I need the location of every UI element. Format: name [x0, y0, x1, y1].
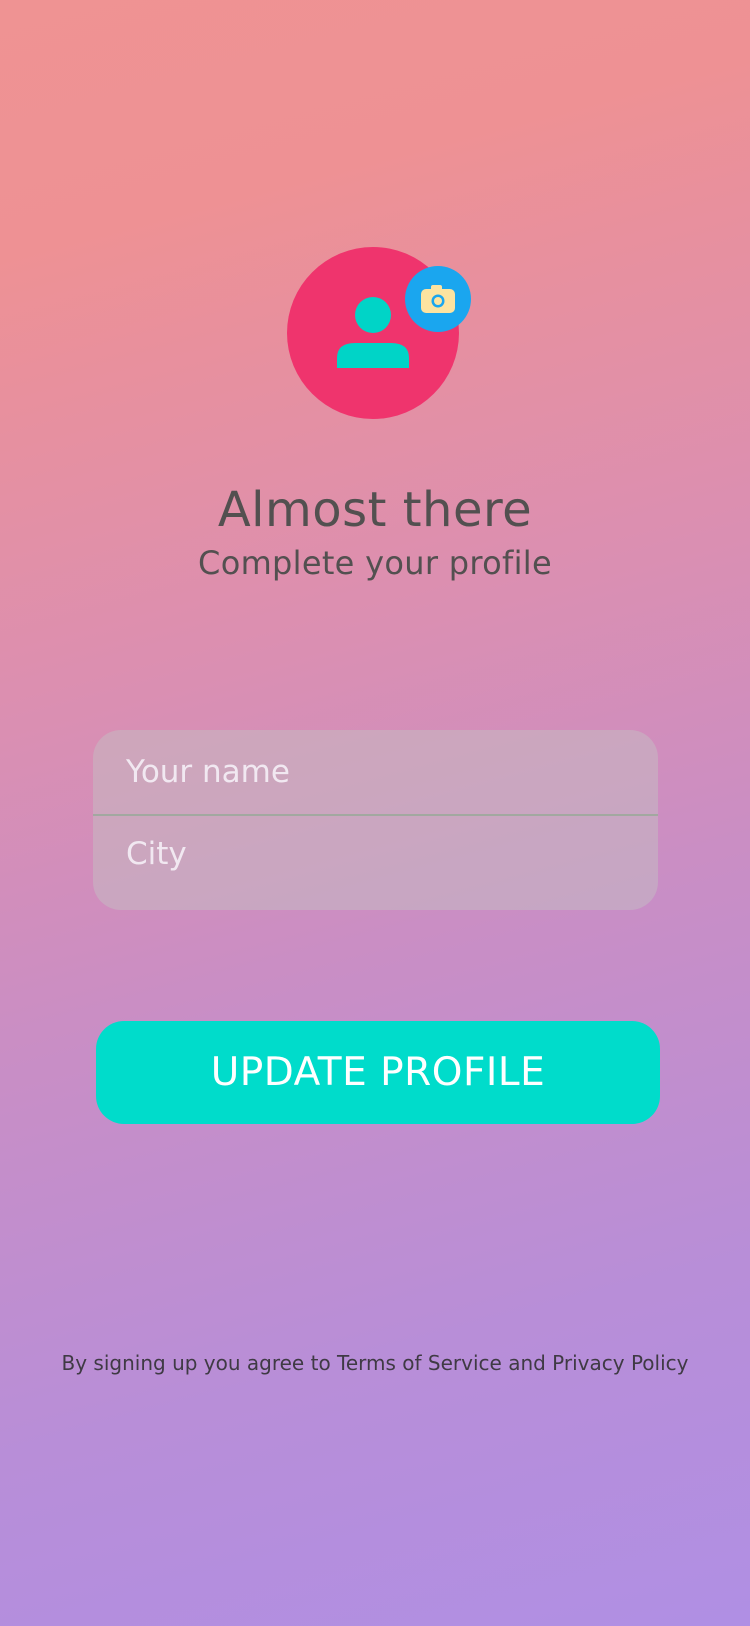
update-profile-button[interactable]: UPDATE PROFILE [96, 1021, 660, 1124]
page-subtitle: Complete your profile [198, 544, 552, 582]
change-photo-button[interactable] [405, 266, 471, 332]
page-title: Almost there [217, 482, 533, 538]
city-input[interactable] [93, 816, 658, 892]
profile-avatar-area[interactable] [287, 247, 471, 421]
profile-form [93, 730, 658, 910]
name-input[interactable] [93, 730, 658, 814]
camera-icon [421, 285, 455, 313]
terms-notice: By signing up you agree to Terms of Serv… [61, 1351, 689, 1375]
